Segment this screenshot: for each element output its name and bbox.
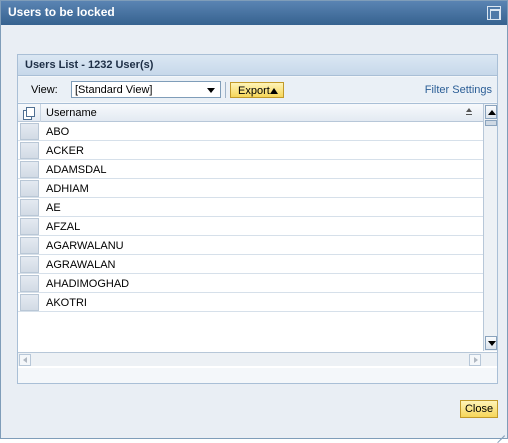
- username-cell: AKOTRI: [46, 297, 87, 309]
- view-select[interactable]: [Standard View]: [71, 81, 221, 98]
- row-selector[interactable]: [20, 123, 39, 140]
- table-row[interactable]: ACKER: [18, 141, 483, 160]
- table-row[interactable]: AGARWALANU: [18, 236, 483, 255]
- panel-title: Users List - 1232 User(s): [25, 59, 154, 71]
- triangle-up-icon: [270, 88, 278, 94]
- table-row[interactable]: AKOTRI: [18, 293, 483, 312]
- table-row[interactable]: ABO: [18, 122, 483, 141]
- row-selector[interactable]: [20, 256, 39, 273]
- vertical-scrollbar[interactable]: [483, 104, 497, 351]
- table-toolbar: View: [Standard View] Export Filter Sett…: [18, 77, 497, 102]
- username-cell: AE: [46, 202, 61, 214]
- scroll-right-icon[interactable]: [469, 354, 481, 366]
- row-selector[interactable]: [20, 161, 39, 178]
- close-button[interactable]: Close: [460, 400, 498, 418]
- row-selector[interactable]: [20, 294, 39, 311]
- chevron-down-icon: [207, 88, 215, 93]
- row-selector[interactable]: [20, 180, 39, 197]
- dialog-titlebar[interactable]: Users to be locked: [1, 1, 507, 25]
- table-row[interactable]: AE: [18, 198, 483, 217]
- username-cell: AGARWALANU: [46, 240, 124, 252]
- horizontal-scrollbar[interactable]: [18, 352, 497, 366]
- row-selector[interactable]: [20, 275, 39, 292]
- export-button[interactable]: Export: [230, 82, 284, 98]
- scroll-up-icon[interactable]: [485, 105, 497, 119]
- table-row[interactable]: AGRAWALAN: [18, 255, 483, 274]
- table-header: Username: [18, 104, 483, 122]
- resize-grip-icon[interactable]: [493, 424, 505, 436]
- username-cell: ABO: [46, 126, 70, 138]
- username-cell: ADAMSDAL: [46, 164, 107, 176]
- users-list-panel: Users List - 1232 User(s) View: [Standar…: [17, 54, 498, 384]
- export-button-label: Export: [238, 85, 270, 97]
- username-cell: ADHIAM: [46, 183, 89, 195]
- users-to-be-locked-dialog: Users to be locked Users List - 1232 Use…: [0, 0, 508, 439]
- row-selector[interactable]: [20, 218, 39, 235]
- sort-icon[interactable]: [466, 108, 473, 116]
- select-all-icon[interactable]: [23, 107, 35, 120]
- row-selector[interactable]: [20, 199, 39, 216]
- table-row[interactable]: ADAMSDAL: [18, 160, 483, 179]
- table-row[interactable]: AFZAL: [18, 217, 483, 236]
- username-cell: AGRAWALAN: [46, 259, 116, 271]
- table-rows: ABO ACKER ADAMSDAL ADHIAM AE AFZAL AGARW…: [18, 122, 483, 312]
- view-label: View:: [31, 84, 58, 96]
- toolbar-separator: [225, 82, 226, 98]
- maximize-icon[interactable]: [487, 6, 501, 20]
- column-header-username[interactable]: Username: [46, 107, 97, 119]
- username-cell: AFZAL: [46, 221, 81, 233]
- table-row[interactable]: AHADIMOGHAD: [18, 274, 483, 293]
- table-row[interactable]: ADHIAM: [18, 179, 483, 198]
- row-selector[interactable]: [20, 142, 39, 159]
- header-divider: [40, 104, 41, 122]
- username-cell: ACKER: [46, 145, 84, 157]
- users-table: Username ABO ACKER ADAMSDAL ADHIAM AE AF…: [18, 103, 497, 368]
- scroll-thumb[interactable]: [485, 120, 497, 126]
- scroll-down-icon[interactable]: [485, 336, 497, 350]
- dialog-title: Users to be locked: [8, 5, 115, 19]
- view-select-value: [Standard View]: [75, 84, 153, 96]
- row-selector[interactable]: [20, 237, 39, 254]
- panel-header: Users List - 1232 User(s): [18, 55, 497, 76]
- username-cell: AHADIMOGHAD: [46, 278, 130, 290]
- filter-settings-link[interactable]: Filter Settings: [425, 84, 492, 96]
- scroll-left-icon[interactable]: [19, 354, 31, 366]
